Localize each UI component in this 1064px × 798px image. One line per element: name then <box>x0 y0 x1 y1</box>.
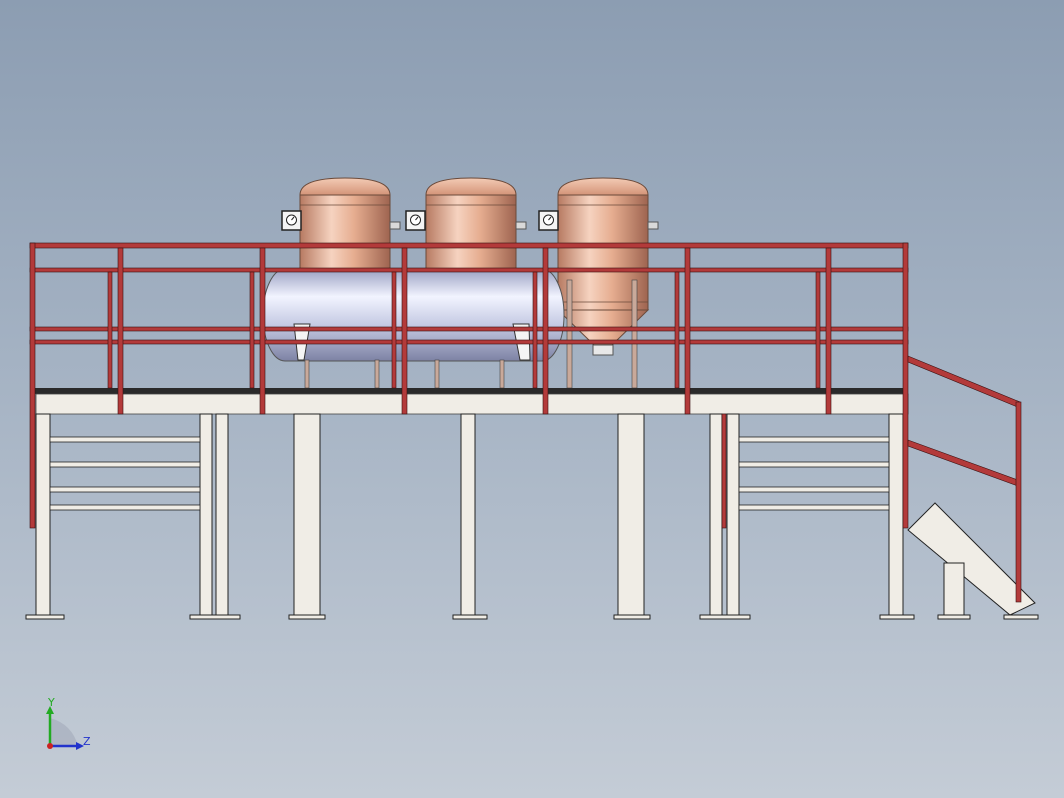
y-axis-label: Y <box>48 696 55 709</box>
vertical-tank-1 <box>299 177 401 276</box>
coordinate-triad: Y Z <box>40 696 100 758</box>
z-axis-label: Z <box>83 735 91 748</box>
platform-deck <box>30 388 909 415</box>
vertical-tank-2 <box>425 177 527 276</box>
x-axis-icon <box>47 743 53 749</box>
support-legs <box>25 413 915 620</box>
cad-viewport[interactable] <box>0 0 1064 798</box>
